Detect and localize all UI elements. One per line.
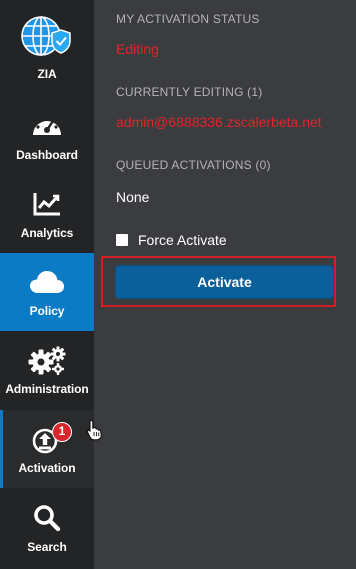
sidebar-item-label: Policy bbox=[29, 304, 65, 318]
currently-editing-heading: CURRENTLY EDITING (1) bbox=[116, 85, 263, 99]
sidebar-item-label: Dashboard bbox=[16, 148, 78, 162]
sidebar-item-label: Activation bbox=[18, 461, 76, 475]
sidebar-item-activation[interactable]: 1 Activation bbox=[0, 410, 94, 488]
speedometer-icon bbox=[0, 110, 94, 142]
sidebar-item-analytics[interactable]: Analytics bbox=[0, 175, 94, 253]
line-chart-icon bbox=[0, 188, 94, 220]
sidebar-item-label: Administration bbox=[5, 382, 89, 396]
sidebar-item-administration[interactable]: Administration bbox=[0, 331, 94, 409]
sidebar-item-zia[interactable]: ZIA bbox=[0, 0, 94, 81]
sidebar-item-label: ZIA bbox=[37, 67, 57, 81]
upload-icon bbox=[0, 425, 94, 457]
search-icon bbox=[0, 502, 94, 534]
queued-activations-value: None bbox=[116, 189, 150, 205]
force-activate-row: Force Activate bbox=[116, 231, 227, 249]
sidebar-item-label: Analytics bbox=[20, 226, 74, 240]
queued-activations-heading: QUEUED ACTIVATIONS (0) bbox=[116, 158, 271, 172]
sidebar-nav: ZIA Dashboard Analytics Policy Administr… bbox=[0, 0, 94, 569]
hand-cursor-icon bbox=[86, 419, 104, 446]
notification-badge: 1 bbox=[52, 422, 72, 442]
globe-shield-icon bbox=[0, 14, 94, 58]
force-activate-checkbox[interactable] bbox=[116, 234, 128, 246]
activation-status-heading: MY ACTIVATION STATUS bbox=[116, 12, 260, 26]
gears-icon bbox=[0, 344, 94, 376]
activation-status-value: Editing bbox=[116, 41, 159, 57]
sidebar-item-label: Search bbox=[27, 540, 67, 554]
activate-button[interactable]: Activate bbox=[115, 265, 334, 299]
sidebar-item-search[interactable]: Search bbox=[0, 489, 94, 567]
editing-user: admin@6888336.zscalerbeta.net bbox=[116, 114, 322, 130]
sidebar-item-dashboard[interactable]: Dashboard bbox=[0, 97, 94, 175]
cloud-icon bbox=[0, 266, 94, 298]
sidebar-item-policy[interactable]: Policy bbox=[0, 253, 94, 331]
activation-panel: MY ACTIVATION STATUS Editing CURRENTLY E… bbox=[94, 0, 356, 569]
force-activate-label[interactable]: Force Activate bbox=[138, 232, 227, 248]
